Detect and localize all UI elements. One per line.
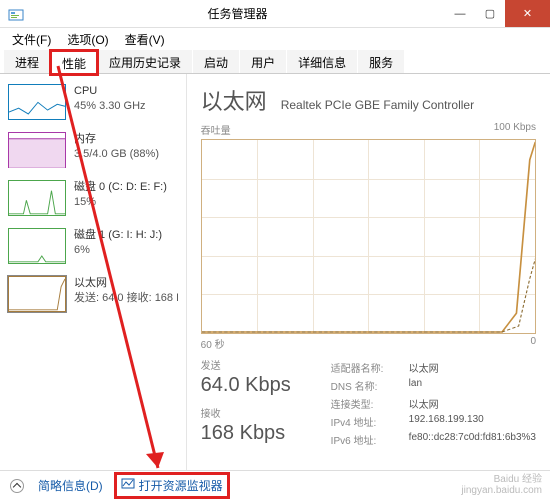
info-key: 连接类型: (331, 396, 403, 411)
memory-thumb (8, 132, 66, 168)
info-val: 以太网 (409, 396, 439, 411)
cpu-title: CPU (74, 84, 146, 99)
menu-file[interactable]: 文件(F) (6, 29, 57, 50)
chart-label-max: 100 Kbps (494, 122, 536, 137)
tab-strip: 进程 性能 应用历史记录 启动 用户 详细信息 服务 (0, 50, 550, 74)
watermark-line2: jingyan.baidu.com (461, 485, 542, 496)
window-title: 任务管理器 (30, 5, 445, 22)
ethernet-title: 以太网 (74, 276, 178, 291)
tab-startup[interactable]: 启动 (193, 50, 239, 73)
sidebar-item-disk1[interactable]: 磁盘 1 (G: I: H: J:) 6% (4, 222, 182, 270)
monitor-icon (121, 477, 135, 494)
ethernet-sub: 发送: 64.0 接收: 168 K (74, 291, 178, 306)
throughput-chart-wrap: 吞吐量 100 Kbps 60 秒 0 (201, 122, 536, 351)
panel-title: 以太网 (201, 84, 267, 116)
tab-performance[interactable]: 性能 (51, 51, 97, 74)
ethernet-thumb (8, 276, 66, 312)
info-key: IPv4 地址: (331, 414, 403, 429)
cpu-sub: 45% 3.30 GHz (74, 99, 146, 114)
content-area: CPU 45% 3.30 GHz 内存 3.5/4.0 GB (88%) 磁盘 … (0, 74, 550, 470)
minimize-button[interactable]: — (445, 0, 475, 27)
sidebar-item-ethernet[interactable]: 以太网 发送: 64.0 接收: 168 K (4, 270, 182, 318)
memory-title: 内存 (74, 132, 159, 147)
menu-bar: 文件(F) 选项(O) 查看(V) (0, 28, 550, 50)
throughput-chart (201, 139, 536, 334)
recv-value: 168 Kbps (201, 422, 311, 445)
info-val: 192.168.199.130 (409, 414, 484, 429)
menu-view[interactable]: 查看(V) (119, 29, 171, 50)
disk0-thumb (8, 180, 66, 216)
chevron-up-icon[interactable] (10, 479, 24, 493)
info-key: 适配器名称: (331, 360, 403, 375)
adapter-name: Realtek PCIe GBE Family Controller (281, 98, 474, 112)
chart-label-zero: 0 (530, 336, 536, 351)
stats-area: 发送 64.0 Kbps 接收 168 Kbps 适配器名称: 以太网 DNS 名… (201, 357, 536, 453)
sidebar-item-memory[interactable]: 内存 3.5/4.0 GB (88%) (4, 126, 182, 174)
title-bar: 任务管理器 — ▢ ✕ (0, 0, 550, 28)
chart-label-throughput: 吞吐量 (201, 122, 231, 137)
disk1-thumb (8, 228, 66, 264)
resmon-label: 打开资源监视器 (139, 477, 223, 494)
disk1-sub: 6% (74, 243, 162, 258)
open-resource-monitor-link[interactable]: 打开资源监视器 (117, 475, 227, 496)
app-icon (8, 6, 24, 22)
info-val: lan (409, 378, 422, 393)
tab-details[interactable]: 详细信息 (287, 50, 357, 73)
disk0-title: 磁盘 0 (C: D: E: F:) (74, 180, 167, 195)
tab-services[interactable]: 服务 (358, 50, 404, 73)
cpu-thumb (8, 84, 66, 120)
sidebar-item-cpu[interactable]: CPU 45% 3.30 GHz (4, 78, 182, 126)
chart-line-icon (202, 140, 535, 333)
info-table: 适配器名称: 以太网 DNS 名称: lan 连接类型: 以太网 IPv4 地址: 19… (331, 357, 536, 453)
menu-options[interactable]: 选项(O) (61, 29, 114, 50)
maximize-button[interactable]: ▢ (475, 0, 505, 27)
watermark: Baidu 经验 jingyan.baidu.com (461, 474, 542, 496)
main-header: 以太网 Realtek PCIe GBE Family Controller (201, 84, 536, 116)
chart-label-60s: 60 秒 (201, 336, 225, 351)
tab-app-history[interactable]: 应用历史记录 (98, 50, 192, 73)
watermark-line1: Baidu 经验 (461, 474, 542, 485)
fewer-details-link[interactable]: 简略信息(D) (38, 477, 103, 494)
disk0-sub: 15% (74, 195, 167, 210)
send-value: 64.0 Kbps (201, 374, 311, 397)
info-key: IPv6 地址: (331, 432, 403, 447)
tab-users[interactable]: 用户 (240, 50, 286, 73)
performance-sidebar: CPU 45% 3.30 GHz 内存 3.5/4.0 GB (88%) 磁盘 … (0, 74, 187, 470)
info-key: DNS 名称: (331, 378, 403, 393)
memory-sub: 3.5/4.0 GB (88%) (74, 147, 159, 162)
info-val: 以太网 (409, 360, 439, 375)
sidebar-item-disk0[interactable]: 磁盘 0 (C: D: E: F:) 15% (4, 174, 182, 222)
recv-label: 接收 (201, 405, 311, 420)
tab-processes[interactable]: 进程 (4, 50, 50, 73)
send-label: 发送 (201, 357, 311, 372)
close-button[interactable]: ✕ (505, 0, 550, 27)
disk1-title: 磁盘 1 (G: I: H: J:) (74, 228, 162, 243)
main-panel: 以太网 Realtek PCIe GBE Family Controller 吞… (187, 74, 550, 470)
window-controls: — ▢ ✕ (445, 0, 550, 27)
info-val: fe80::dc28:7c0d:fd81:6b3%3 (409, 432, 536, 447)
